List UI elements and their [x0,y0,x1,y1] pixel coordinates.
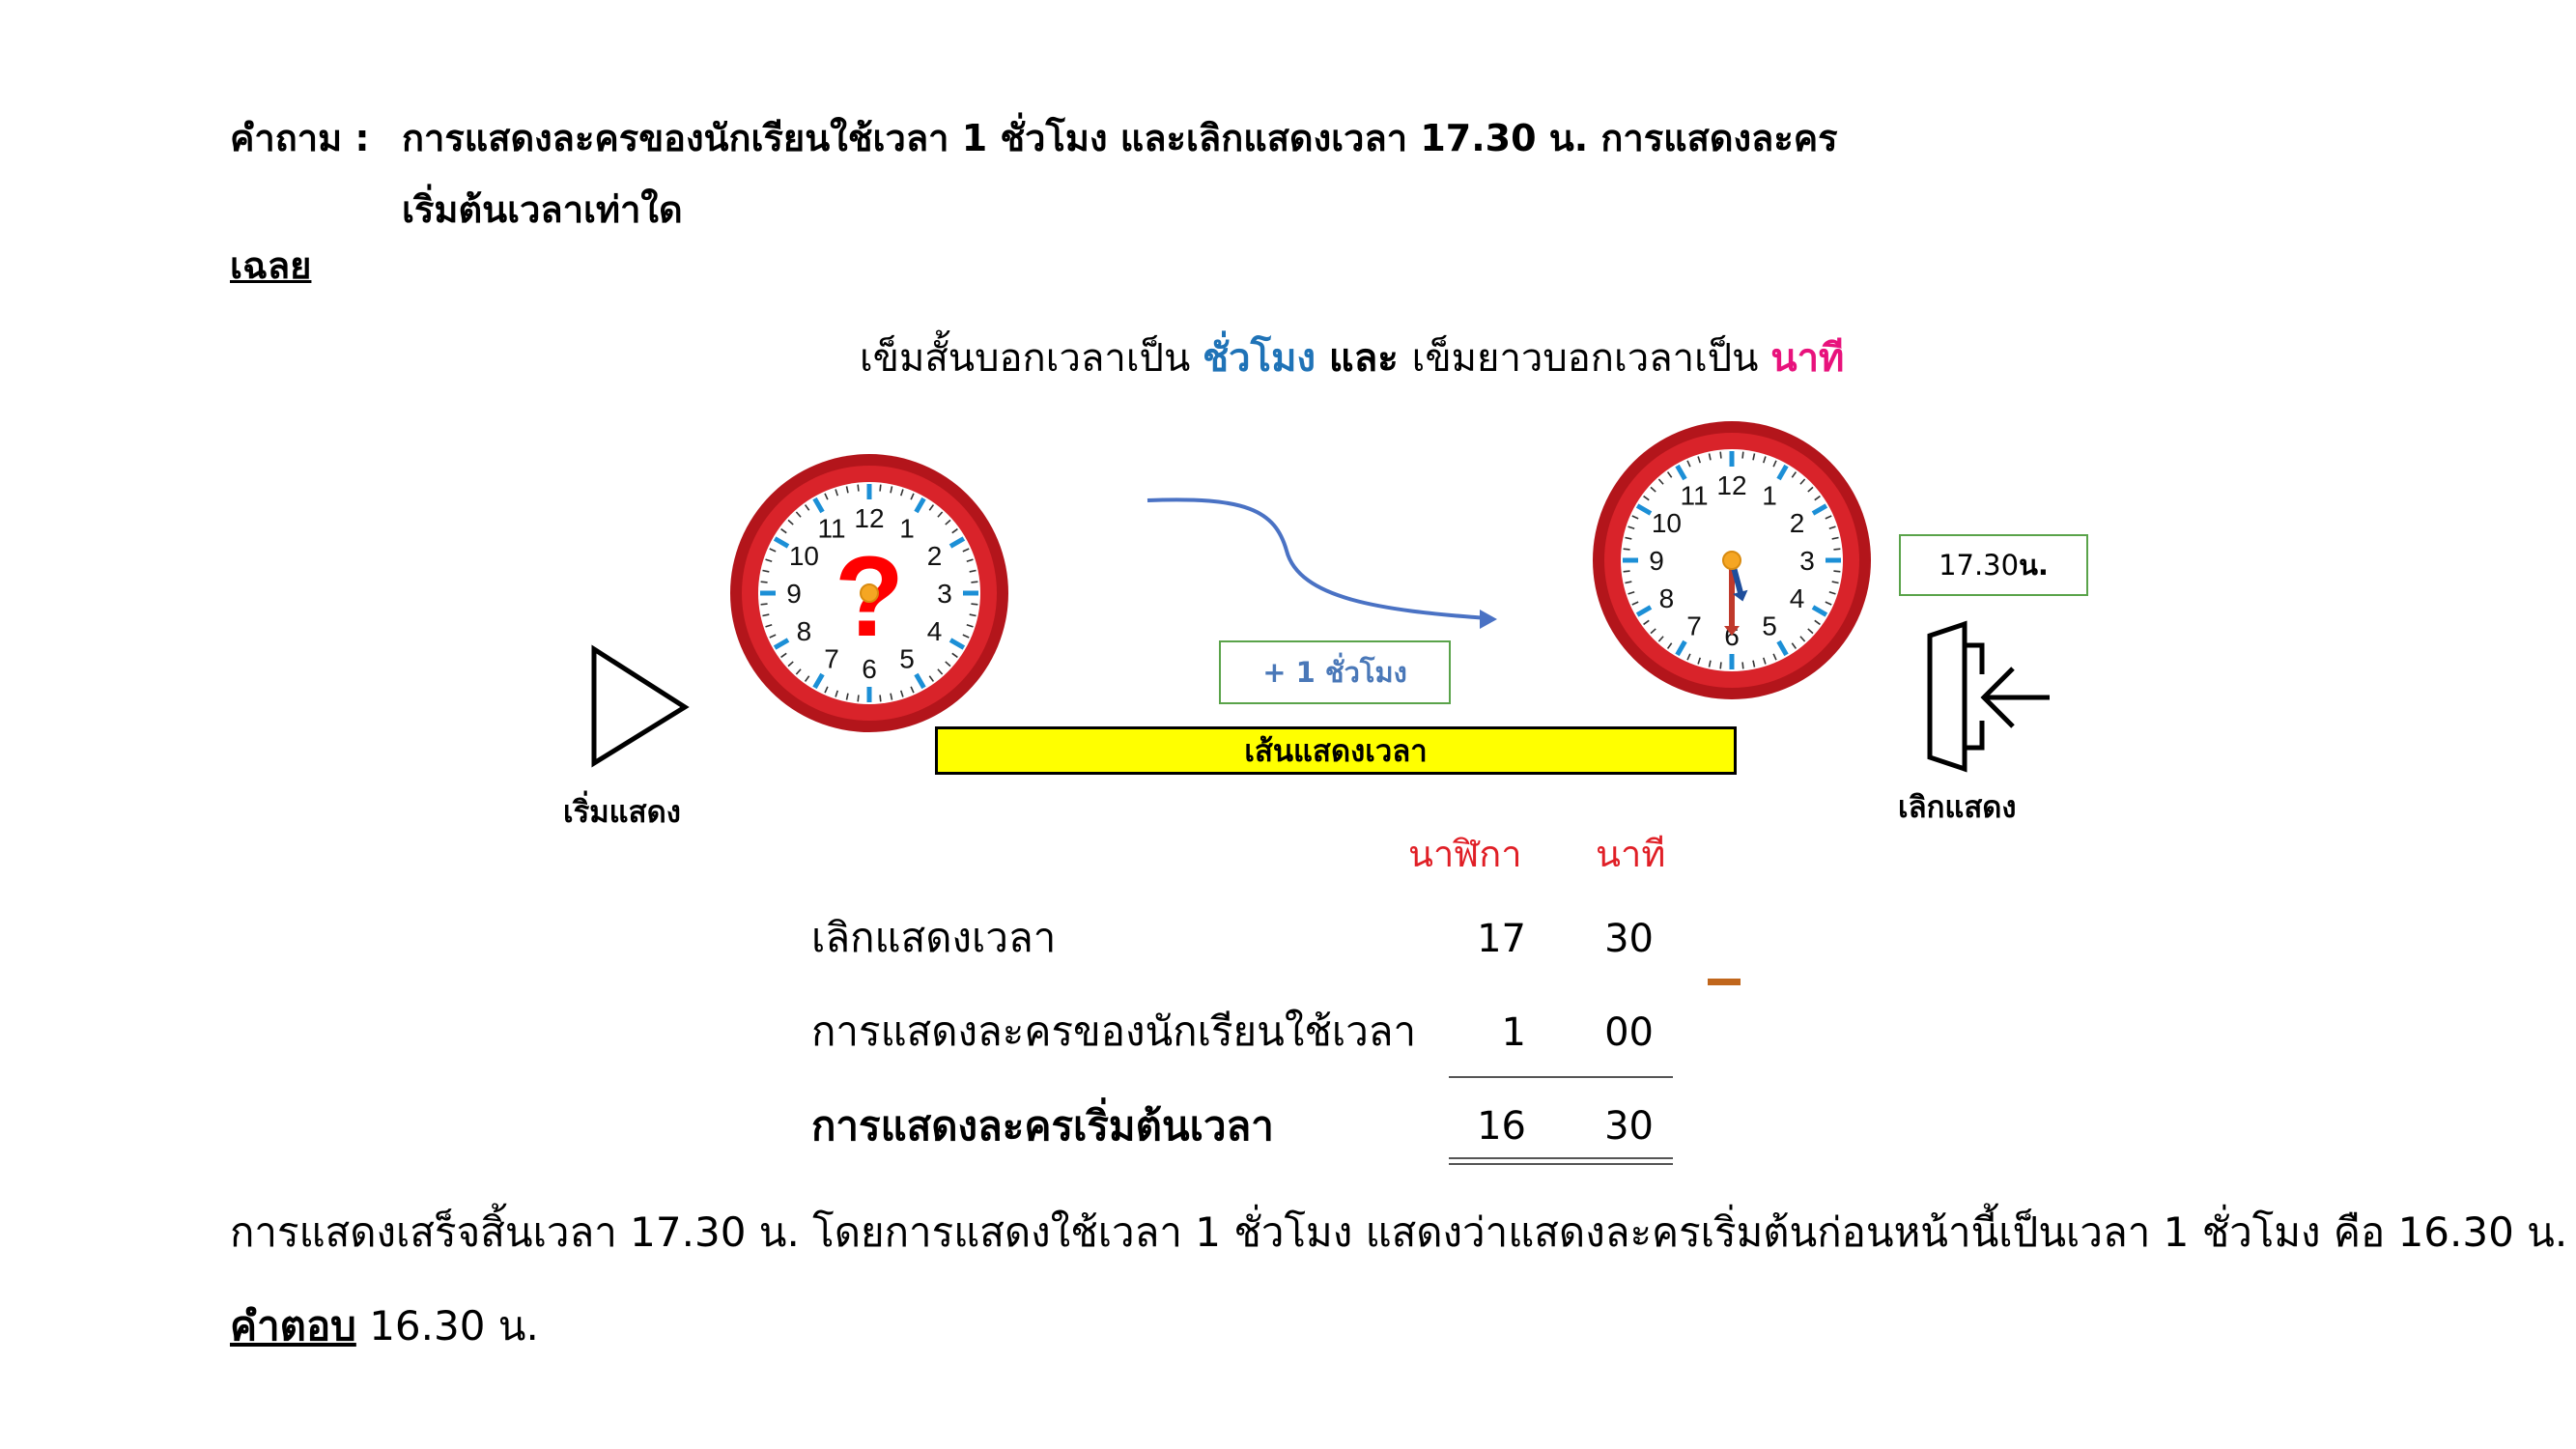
hint-line: เข็มสั้นบอกเวลาเป็น ชั่วโมง และ เข็มยาวบ… [860,327,1844,388]
question-text-line1: การแสดงละครของนักเรียนใช้เวลา 1 ชั่วโมง … [402,117,1838,159]
answer-label: คำตอบ [230,1302,356,1350]
end-label: เลิกแสดง [1898,790,2017,825]
minute-tick [1833,548,1841,551]
hint-part1: เข็มสั้นบอกเวลาเป็น [860,336,1203,381]
timeline-bar: เส้นแสดงเวลา [935,726,1737,775]
row2-minutes: 00 [1604,1010,1654,1055]
clock-number: 4 [1790,583,1805,613]
minute-tick [1719,662,1722,669]
clock-number: 9 [786,579,802,609]
row1-hours: 17 [1477,917,1526,961]
clock-number: 2 [1790,508,1805,538]
row-label-start-time: การแสดงละครเริ่มต้นเวลา [811,1102,1274,1150]
clock-number: 8 [1659,583,1675,613]
minute-tick [971,603,978,606]
clock-number: 12 [1716,470,1746,500]
clock-number: 3 [937,579,952,609]
minute-tick [857,695,860,702]
minute-tick [1623,548,1630,551]
plus-one-hour-label: + 1 ชั่วโมง [1219,640,1451,704]
minute-tick [1719,451,1722,459]
end-clock-icon: 12 1234567891011 [1593,421,1871,699]
start-play-icon [591,644,690,768]
clock-number: 1 [1762,480,1777,510]
minute-tick [879,484,882,492]
column-header-hours: นาฬิกา [1408,833,1522,875]
clock-number: 11 [1680,480,1708,510]
end-time-box: 17.30 น. [1899,534,2088,596]
hint-hours-word: ชั่วโมง [1203,336,1316,381]
minute-tick [1623,570,1630,573]
hint-part2: เข็มยาวบอกเวลาเป็น [1411,336,1771,381]
row-label-end-time: เลิกแสดงเวลา [811,914,1057,961]
curved-arrow-icon [1146,497,1497,629]
row3-hours: 16 [1477,1104,1526,1149]
column-header-minutes: นาที [1596,833,1666,875]
minus-sign-icon [1708,979,1741,985]
minute-tick [1741,662,1744,669]
answer-value: 16.30 น. [355,1302,539,1350]
hint-minutes-word: นาที [1770,336,1845,381]
minute-tick [879,695,882,702]
clock-center [860,583,879,603]
row3-minutes: 30 [1604,1104,1654,1149]
clock-number: 8 [797,616,812,646]
minute-tick [1741,451,1744,459]
clock-number: 7 [1686,611,1702,641]
result-double-rule-bottom [1449,1163,1673,1165]
end-time-number: 17.30 [1939,549,2020,582]
clock-number: 3 [1799,546,1815,576]
question-text-line2: เริ่มต้นเวลาเท่าใด [402,188,683,231]
exit-door-icon [1927,620,2050,773]
minute-tick [857,484,860,492]
clock-number: 12 [854,503,884,533]
question-label: คำถาม : [230,117,370,159]
minute-tick [1833,570,1841,573]
result-double-rule-top [1449,1157,1673,1159]
clock-center [1722,551,1741,570]
clock-number: 2 [927,541,943,571]
hint-and-word: และ [1316,336,1412,381]
subtraction-rule [1449,1076,1673,1078]
start-clock-icon: 121234567891011? [730,454,1008,732]
answer-line: คำตอบ 16.30 น. [230,1294,539,1358]
end-time-unit: น. [2019,549,2049,582]
minute-tick [760,603,768,606]
clock-number: 4 [927,616,943,646]
row1-minutes: 30 [1604,917,1654,961]
clock-number: 5 [1762,611,1777,641]
start-label: เริ่มแสดง [563,795,681,830]
clock-number: 10 [1652,508,1682,538]
clock-number: 9 [1649,546,1664,576]
clock-number: 10 [789,541,819,571]
row-label-duration: การแสดงละครของนักเรียนใช้เวลา [811,1008,1417,1055]
row2-hours: 1 [1501,1010,1526,1055]
solution-heading: เฉลย [230,244,312,287]
explanation-text: การแสดงเสร็จสิ้นเวลา 17.30 น. โดยการแสดง… [230,1208,2568,1256]
